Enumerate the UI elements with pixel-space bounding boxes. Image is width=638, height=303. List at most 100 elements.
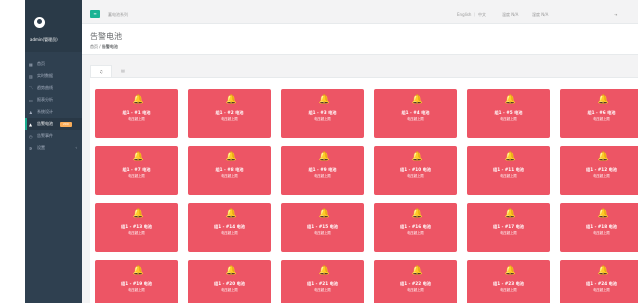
sidebar-item-3[interactable]: ▭ 报表分析: [25, 94, 82, 106]
user-name[interactable]: admin(管理员): [30, 37, 58, 43]
humidity-status: 湿度 N/A: [532, 12, 549, 17]
battery-alarm-card[interactable]: 🔔 组1 - #2 电池 电压超上限: [188, 89, 271, 138]
battery-alarm-card[interactable]: 🔔 组1 - #1 电池 电压超上限: [95, 89, 178, 138]
battery-status: 电压超上限: [500, 174, 517, 178]
battery-alarm-card[interactable]: 🔔 组1 - #16 电池 电压超上限: [374, 203, 457, 252]
sidebar-item-label: 告警事件: [37, 133, 53, 138]
sidebar-item-5[interactable]: ▲ 告警电池 200: [25, 118, 82, 130]
sidebar-nav: ▦ 首页 ▥ 实时数据〽趋势曲线 ▭ 报表分析 ♟ 系统设计 ▲ 告警电池 200 ◷ 告警事件 ✲ 设置 ‹: [25, 52, 82, 154]
breadcrumb-separator: /: [99, 44, 101, 49]
sidebar-item-label: 实时数据: [37, 73, 53, 78]
sidebar-item-label: 系统设计: [37, 109, 53, 114]
battery-status: 电压超上限: [407, 288, 424, 292]
battery-status: 电压超上限: [314, 231, 331, 235]
battery-alarm-card[interactable]: 🔔 组1 - #11 电池 电压超上限: [467, 146, 550, 195]
breadcrumb-current: 告警电池: [101, 44, 118, 49]
battery-alarm-card[interactable]: 🔔 组1 - #18 电池 电压超上限: [560, 203, 638, 252]
bell-icon: 🔔: [225, 209, 237, 219]
list-icon: ▤: [121, 68, 125, 73]
battery-alarm-card[interactable]: 🔔 组1 - #8 电池 电压超上限: [188, 146, 271, 195]
battery-status: 电压超上限: [593, 231, 610, 235]
sidebar-item-0[interactable]: ▦ 首页: [25, 58, 82, 70]
bell-icon: 🔔: [318, 209, 330, 219]
sidebar-item-7[interactable]: ✲ 设置 ‹: [25, 142, 82, 154]
breadcrumb-home[interactable]: 首页: [90, 44, 98, 49]
battery-alarm-card[interactable]: 🔔 组1 - #3 电池 电压超上限: [281, 89, 364, 138]
language-switch[interactable]: English ｜ 中文: [457, 12, 486, 18]
bell-icon: 🔔: [318, 95, 330, 105]
battery-status: 电压超上限: [593, 288, 610, 292]
battery-status: 电压超上限: [407, 117, 424, 121]
sidebar-item-label: 设置: [37, 145, 45, 150]
sidebar-item-2[interactable]: 〽趋势曲线: [25, 82, 82, 94]
bell-icon: 🔔: [132, 95, 144, 105]
battery-alarm-card[interactable]: 🔔 组1 - #7 电池 电压超上限: [95, 146, 178, 195]
chevron-left-icon: ‹: [75, 145, 77, 150]
temperature-status: 温度 N/A: [502, 12, 519, 17]
sidebar-item-6[interactable]: ◷ 告警事件: [25, 130, 82, 142]
monitor-icon: ▭: [29, 97, 33, 103]
battery-alarm-card[interactable]: 🔔 组1 - #5 电池 电压超上限: [467, 89, 550, 138]
battery-status: 电压超上限: [314, 174, 331, 178]
bell-icon: 🔔: [504, 209, 516, 219]
battery-alarm-card[interactable]: 🔔 组1 - #12 电池 电压超上限: [560, 146, 638, 195]
battery-status: 电压超上限: [407, 231, 424, 235]
battery-alarm-card[interactable]: 🔔 组1 - #6 电池 电压超上限: [560, 89, 638, 138]
bell-icon: 🔔: [504, 95, 516, 105]
battery-status: 电压超上限: [500, 231, 517, 235]
battery-alarm-card[interactable]: 🔔 组1 - #19 电池 电压超上限: [95, 260, 178, 303]
battery-alarm-card[interactable]: 🔔 组1 - #23 电池 电压超上限: [467, 260, 550, 303]
main-content: ♫ ▤ 🔔 组1 - #1 电池 电压超上限 🔔 组1 - #2 电池 电压超上限 🔔 组1 …: [82, 55, 638, 303]
battery-status: 电压超上限: [500, 288, 517, 292]
sidebar-item-label: 首页: [37, 61, 45, 66]
profile-block: admin(管理员): [25, 0, 82, 52]
home-icon: ▦: [29, 61, 33, 67]
bell-icon: 🔔: [225, 152, 237, 162]
bell-icon: 🔔: [318, 266, 330, 276]
battery-alarm-card[interactable]: 🔔 组1 - #9 电池 电压超上限: [281, 146, 364, 195]
battery-status: 电压超上限: [314, 288, 331, 292]
battery-status: 电压超上限: [500, 117, 517, 121]
sidebar-item-label: 趋势曲线: [37, 85, 53, 90]
battery-alarm-card[interactable]: 🔔 组1 - #10 电池 电压超上限: [374, 146, 457, 195]
battery-status: 电压超上限: [407, 174, 424, 178]
top-navbar: ≡ 蓄电池系列 English ｜ 中文 温度 N/A 湿度 N/A ⇥: [82, 0, 638, 24]
menu-icon[interactable]: ≡: [90, 10, 100, 18]
battery-alarm-card[interactable]: 🔔 组1 - #14 电池 电压超上限: [188, 203, 271, 252]
battery-status: 电压超上限: [593, 117, 610, 121]
sidebar-item-1[interactable]: ▥ 实时数据: [25, 70, 82, 82]
alarm-count-badge: 200: [60, 121, 72, 127]
tab-bell-view[interactable]: ♫: [90, 65, 112, 77]
bell-icon: 🔔: [225, 266, 237, 276]
sidebar: admin(管理员) ▦ 首页 ▥ 实时数据〽趋势曲线 ▭ 报表分析 ♟ 系统设计 ▲ 告警电池 2…: [25, 0, 82, 303]
app-root: admin(管理员) ▦ 首页 ▥ 实时数据〽趋势曲线 ▭ 报表分析 ♟ 系统设计 ▲ 告警电池 2…: [0, 0, 638, 303]
battery-alarm-card[interactable]: 🔔 组1 - #20 电池 电压超上限: [188, 260, 271, 303]
sidebar-item-4[interactable]: ♟ 系统设计: [25, 106, 82, 118]
battery-alarm-card[interactable]: 🔔 组1 - #21 电池 电压超上限: [281, 260, 364, 303]
battery-status: 电压超上限: [221, 117, 238, 121]
battery-alarm-card[interactable]: 🔔 组1 - #4 电池 电压超上限: [374, 89, 457, 138]
bar-chart-icon: ▥: [29, 73, 33, 79]
user-icon: ♟: [29, 109, 33, 115]
bell-icon: 🔔: [597, 152, 609, 162]
battery-alarm-card[interactable]: 🔔 组1 - #17 电池 电压超上限: [467, 203, 550, 252]
battery-alarm-card[interactable]: 🔔 组1 - #22 电池 电压超上限: [374, 260, 457, 303]
clock-icon: ◷: [29, 133, 33, 139]
bell-icon: ♫: [99, 69, 103, 74]
battery-alarm-card[interactable]: 🔔 组1 - #24 电池 电压超上限: [560, 260, 638, 303]
bell-icon: 🔔: [411, 152, 423, 162]
bell-icon: 🔔: [597, 266, 609, 276]
battery-alarm-card[interactable]: 🔔 组1 - #15 电池 电压超上限: [281, 203, 364, 252]
battery-status: 电压超上限: [593, 174, 610, 178]
avatar[interactable]: [34, 17, 45, 28]
bell-icon: 🔔: [597, 95, 609, 105]
tab-list-view[interactable]: ▤: [112, 65, 134, 77]
bell-icon: 🔔: [411, 209, 423, 219]
bell-icon: 🔔: [318, 152, 330, 162]
bell-icon: 🔔: [132, 209, 144, 219]
logout-icon[interactable]: ⇥: [614, 12, 617, 17]
battery-alarm-card[interactable]: 🔔 组1 - #13 电池 电压超上限: [95, 203, 178, 252]
bell-icon: 🔔: [225, 95, 237, 105]
battery-status: 电压超上限: [221, 231, 238, 235]
view-tabs: ♫ ▤: [90, 65, 134, 77]
